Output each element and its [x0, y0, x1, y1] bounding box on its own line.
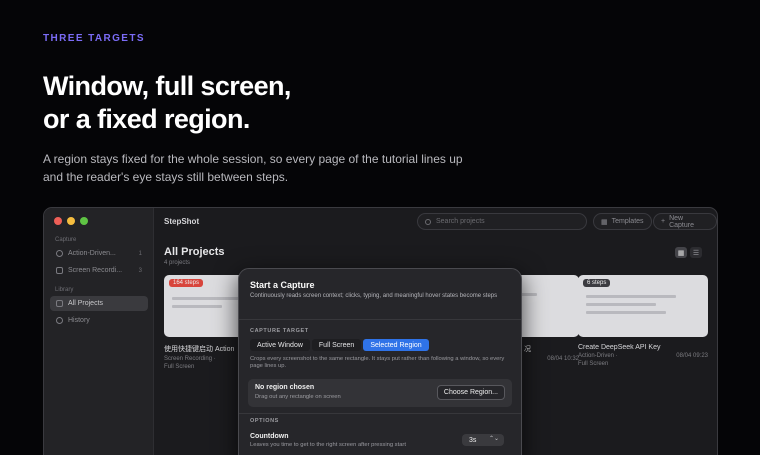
eyebrow: THREE TARGETS	[43, 33, 145, 44]
view-toggle: ▦ ☰	[675, 247, 702, 258]
choose-region-button[interactable]: Choose Region...	[436, 385, 505, 400]
chevron-updown-icon: ⌃⌄	[488, 436, 499, 442]
sidebar-item-action-driven[interactable]: Action-Driven... 1	[50, 246, 148, 261]
templates-icon: ▦	[601, 218, 608, 226]
dialog-description: Continuously reads screen context; click…	[250, 293, 498, 299]
project-date: 08/04 10:32	[547, 356, 579, 362]
sidebar-item-label: History	[68, 317, 90, 324]
lede: A region stays fixed for the whole sessi…	[43, 150, 463, 186]
headline: Window, full screen, or a fixed region.	[43, 70, 291, 136]
divider	[239, 413, 521, 414]
grid-icon	[56, 300, 63, 307]
divider	[239, 319, 521, 320]
sidebar-section-library: Library	[55, 287, 74, 293]
lede-line-2: and the reader's eye stays still between…	[43, 170, 289, 184]
new-capture-label: New Capture	[669, 214, 694, 229]
grid-view-icon[interactable]: ▦	[675, 247, 687, 258]
headline-line-2: or a fixed region.	[43, 104, 250, 134]
sidebar-section-capture: Capture	[55, 237, 77, 243]
target-active-window[interactable]: Active Window	[250, 339, 310, 351]
project-card[interactable]: 6 steps Create DeepSeek API Key Action-D…	[578, 275, 708, 370]
clock-icon	[56, 317, 63, 324]
region-status: No region chosen	[255, 384, 315, 391]
new-capture-button[interactable]: + New Capture	[653, 213, 717, 230]
sidebar-item-count: 1	[138, 250, 142, 257]
templates-label: Templates	[611, 218, 644, 225]
steps-badge: 6 steps	[583, 279, 611, 287]
project-meta: Action-Driven · Full Screen 08/04 09:23	[578, 352, 708, 368]
project-date: 08/04 09:23	[676, 353, 708, 359]
sidebar-item-count: 3	[138, 267, 142, 274]
list-view-icon[interactable]: ☰	[690, 247, 702, 258]
countdown-label: Countdown	[250, 433, 289, 440]
countdown-select[interactable]: 3s ⌃⌄	[462, 434, 504, 446]
video-icon	[56, 267, 63, 274]
minimize-window-button[interactable]	[67, 217, 75, 225]
sidebar: Capture Action-Driven... 1 Screen Record…	[44, 208, 154, 455]
lede-line-1: A region stays fixed for the whole sessi…	[43, 152, 463, 166]
target-full-screen[interactable]: Full Screen	[311, 339, 362, 351]
close-window-button[interactable]	[54, 217, 62, 225]
page-title: All Projects	[164, 246, 225, 258]
region-panel: No region chosen Drag out any rectangle …	[248, 379, 512, 407]
countdown-hint: Leaves you time to get to the right scre…	[250, 442, 406, 448]
sidebar-item-history[interactable]: History	[50, 313, 148, 328]
cursor-icon	[56, 250, 63, 257]
search-placeholder: Search projects	[436, 218, 485, 225]
countdown-value: 3s	[469, 436, 477, 444]
options-heading: OPTIONS	[250, 418, 279, 424]
zoom-window-button[interactable]	[80, 217, 88, 225]
capture-target-heading: CAPTURE TARGET	[250, 328, 309, 334]
dialog-title: Start a Capture	[250, 280, 315, 290]
search-icon	[425, 218, 431, 225]
search-input[interactable]: Search projects	[417, 213, 587, 230]
sidebar-item-screen-recording[interactable]: Screen Recordi... 3	[50, 263, 148, 278]
sidebar-item-all-projects[interactable]: All Projects	[50, 296, 148, 311]
steps-badge: 164 steps	[169, 279, 204, 287]
sidebar-item-label: Screen Recordi...	[68, 267, 123, 274]
start-capture-dialog: Start a Capture Continuously reads scree…	[238, 268, 522, 455]
target-help-text: Crops every screenshot to the same recta…	[250, 356, 505, 369]
project-target: Full Screen	[578, 361, 609, 367]
project-count: 4 projects	[164, 260, 191, 266]
target-selected-region[interactable]: Selected Region	[363, 339, 429, 351]
capture-target-selector: Active Window Full Screen Selected Regio…	[250, 339, 429, 351]
project-title: Create DeepSeek API Key	[578, 344, 661, 351]
window-controls	[54, 217, 88, 225]
region-hint: Drag out any rectangle on screen	[255, 394, 341, 400]
project-thumbnail: 6 steps	[578, 275, 708, 337]
plus-icon: +	[661, 218, 666, 225]
sidebar-item-label: All Projects	[68, 300, 104, 307]
headline-line-1: Window, full screen,	[43, 71, 291, 101]
app-title: StepShot	[164, 217, 200, 226]
templates-button[interactable]: ▦ Templates	[593, 213, 652, 230]
sidebar-item-label: Action-Driven...	[68, 250, 116, 257]
